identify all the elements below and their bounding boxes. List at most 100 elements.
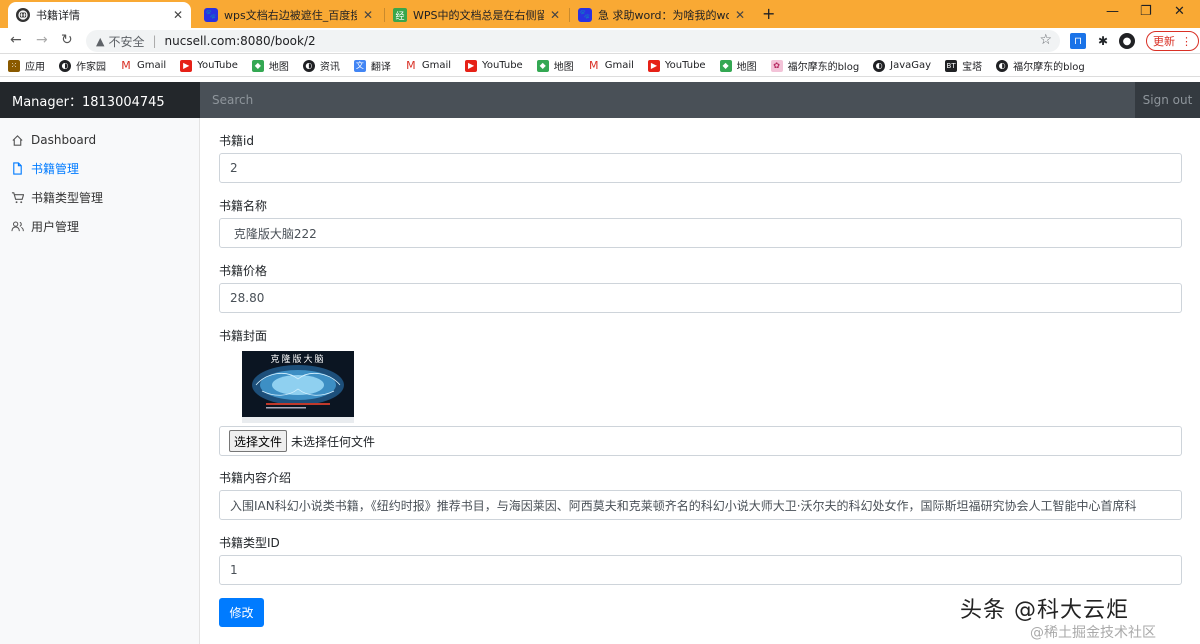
watermark: 头条 @科大云炬 (960, 598, 1129, 623)
book-edit-form: 书籍id 2 书籍名称 克隆版大脑222 书籍价格 28.80 书籍封面 克隆版… (200, 118, 1200, 644)
file-icon (10, 161, 24, 175)
tab-baidu-search[interactable]: 🐾 wps文档右边被遮住_百度搜索 ✕ (196, 2, 381, 28)
bookmark-item[interactable]: ⁙ 应用 (8, 58, 45, 73)
bookmark-item[interactable]: M Gmail (404, 59, 452, 72)
bookmark-label: 翻译 (370, 62, 391, 73)
tab-word-help[interactable]: 🐾 急 求助word：为啥我的word打... ✕ (570, 2, 753, 28)
submit-button[interactable]: 修改 (219, 598, 264, 627)
maps-icon: ◆ (536, 59, 549, 72)
forward-icon[interactable]: → (36, 32, 48, 48)
tab-book-detail[interactable]: 书籍详情 ✕ (8, 2, 191, 28)
book-id-label: 书籍id (219, 134, 254, 148)
sidebar-item-users[interactable]: 用户管理 (10, 216, 79, 236)
sidebar-item-label: Dashboard (31, 133, 97, 147)
maps-icon: ◆ (251, 59, 264, 72)
watermark-sub: @稀土掘金技术社区 (1030, 625, 1156, 641)
gmail-icon: M (120, 59, 132, 72)
puzzle-icon[interactable]: ✱ (1095, 33, 1111, 49)
home-icon (10, 133, 24, 147)
minimize-icon[interactable]: — (1106, 4, 1119, 19)
profile-icon[interactable]: ● (1119, 33, 1135, 49)
bookmark-item[interactable]: ▶ YouTube (465, 59, 523, 72)
bookmark-item[interactable]: ✿ 福尔摩东的blog (770, 58, 860, 73)
bookmark-label: Gmail (421, 60, 452, 71)
youtube-icon: ▶ (465, 59, 478, 72)
sidebar: Dashboard 书籍管理 书籍类型管理 用户管理 (0, 118, 200, 644)
bookmark-item[interactable]: ▶ YouTube (180, 59, 238, 72)
reload-icon[interactable]: ↻ (61, 32, 73, 48)
gmail-icon: M (404, 59, 417, 72)
bookmark-star-icon[interactable]: ☆ (1039, 32, 1052, 48)
bookmark-item[interactable]: ◐ 作家园 (59, 58, 106, 73)
book-price-input[interactable]: 28.80 (219, 283, 1182, 313)
bookmark-label: 宝塔 (962, 62, 983, 73)
bookmark-label: 福尔摩东的blog (1013, 62, 1085, 73)
bookmark-item[interactable]: ◆ 地图 (719, 58, 757, 73)
bookmark-label: Gmail (604, 60, 634, 71)
bookmark-item[interactable]: ◆ 地图 (251, 58, 289, 73)
close-tab-icon[interactable]: ✕ (550, 8, 560, 22)
cover-title: 克隆版大脑 (270, 355, 326, 365)
bookmark-label: YouTube (482, 60, 523, 71)
bookmark-item[interactable]: 文翻译 (353, 58, 391, 73)
cover-file-input[interactable]: 选择文件 未选择任何文件 (219, 426, 1182, 456)
url-text[interactable]: nucsell.com:8080/book/2 (165, 34, 316, 48)
translate-icon: 文 (353, 59, 366, 72)
bookmark-label: 资讯 (319, 62, 340, 73)
book-desc-label: 书籍内容介绍 (219, 471, 292, 485)
zuojiayuan-icon: ◐ (59, 59, 71, 72)
book-cover-label: 书籍封面 (219, 329, 268, 343)
bookmark-item[interactable]: ◐ JavaGay (873, 59, 931, 72)
sign-out-link[interactable]: Sign out (1135, 82, 1200, 118)
bookmark-label: YouTube (664, 60, 706, 71)
bookmark-label: 应用 (25, 62, 45, 73)
bookmark-item[interactable]: M Gmail (120, 59, 166, 72)
bookmark-item[interactable]: ◐ 资讯 (302, 58, 340, 73)
youtube-icon: ▶ (647, 59, 660, 72)
extension-translate-icon[interactable]: ⊓ (1070, 33, 1086, 49)
sidebar-item-label: 书籍管理 (31, 161, 80, 176)
brand[interactable]: Manager：1813004745 (0, 82, 200, 118)
sidebar-item-book-types[interactable]: 书籍类型管理 (10, 187, 103, 207)
close-window-icon[interactable]: ✕ (1174, 4, 1185, 19)
bookmark-item[interactable]: ◐ 福尔摩东的blog (996, 58, 1085, 73)
new-tab-button[interactable]: + (762, 4, 775, 23)
sidebar-item-books[interactable]: 书籍管理 (10, 158, 79, 178)
close-tab-icon[interactable]: ✕ (173, 8, 183, 22)
search-input[interactable]: Search (200, 82, 1135, 118)
bookmark-label: 地图 (268, 62, 289, 73)
bookmark-label: 福尔摩东的blog (787, 62, 860, 73)
bookmark-item[interactable]: ▶ YouTube (647, 59, 706, 72)
app-navbar: Manager：1813004745 Search Sign out (0, 82, 1200, 118)
bookmark-item[interactable]: BT 宝塔 (945, 58, 982, 73)
youtube-icon: ▶ (180, 59, 193, 72)
browser-toolbar: ← → ↻ ▲ 不安全 | nucsell.com:8080/book/2 ☆ … (0, 28, 1200, 54)
back-icon[interactable]: ← (10, 32, 22, 48)
insecure-label: 不安全 (108, 34, 145, 49)
address-bar[interactable]: ▲ 不安全 | nucsell.com:8080/book/2 ☆ (86, 30, 1060, 52)
bookmark-item[interactable]: ◆ 地图 (536, 58, 574, 73)
more-menu-icon: ⋮ (1181, 34, 1192, 48)
tab-wps-doc[interactable]: 经 WPS中的文档总是在右侧留下空白 ✕ (385, 2, 568, 28)
close-tab-icon[interactable]: ✕ (735, 8, 745, 22)
news-icon: ◐ (302, 59, 315, 72)
browser-tab-bar: 书籍详情 ✕ 🐾 wps文档右边被遮住_百度搜索 ✕ 经 WPS中的文档总是在右… (0, 0, 1200, 28)
choose-file-button[interactable]: 选择文件 (229, 430, 288, 452)
update-button[interactable]: 更新 ⋮ (1146, 31, 1199, 51)
sidebar-item-label: 用户管理 (31, 219, 80, 234)
restore-icon[interactable]: ❐ (1140, 4, 1152, 19)
book-name-label: 书籍名称 (219, 199, 268, 213)
book-type-input[interactable]: 1 (219, 555, 1182, 585)
book-id-input[interactable]: 2 (219, 153, 1182, 183)
bookmark-label: 地图 (553, 62, 574, 73)
bookmark-item[interactable]: M Gmail (587, 59, 634, 72)
book-name-input[interactable]: 克隆版大脑222 (219, 218, 1182, 248)
users-icon (10, 219, 24, 233)
cart-icon (10, 190, 24, 204)
bookmark-label: 作家园 (76, 62, 106, 73)
book-price-label: 书籍价格 (219, 264, 268, 278)
bookmarks-bar: ⁙ 应用 ◐ 作家园 M Gmail ▶ YouTube ◆ 地图 ◐ 资讯 文翻译 M Gm… (0, 55, 1200, 77)
sidebar-item-dashboard[interactable]: Dashboard (10, 130, 96, 150)
close-tab-icon[interactable]: ✕ (363, 8, 373, 22)
book-desc-input[interactable]: 入围IAN科幻小说类书籍，《纽约时报》推荐书目，与海因莱因、阿西莫夫和克莱顿齐名… (219, 490, 1182, 520)
